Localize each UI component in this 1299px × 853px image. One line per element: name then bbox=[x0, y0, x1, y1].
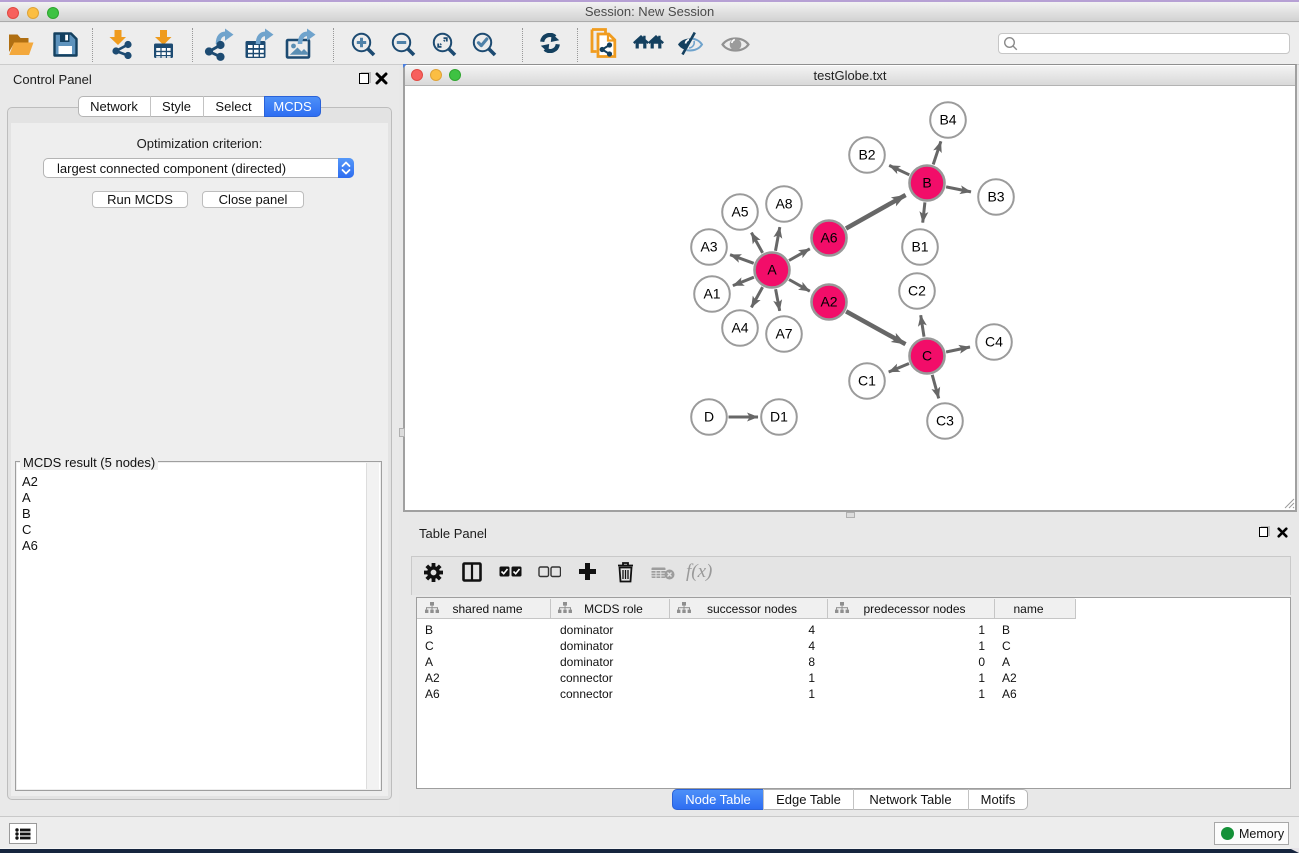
svg-text:B2: B2 bbox=[858, 147, 875, 163]
svg-text:A8: A8 bbox=[775, 196, 792, 212]
svg-text:A: A bbox=[767, 262, 777, 278]
svg-text:D1: D1 bbox=[770, 409, 788, 425]
svg-text:C4: C4 bbox=[985, 334, 1003, 350]
svg-text:C2: C2 bbox=[908, 283, 926, 299]
svg-text:A4: A4 bbox=[731, 320, 748, 336]
svg-text:C1: C1 bbox=[858, 373, 876, 389]
svg-text:A1: A1 bbox=[703, 286, 720, 302]
svg-text:A6: A6 bbox=[820, 230, 837, 246]
svg-text:A5: A5 bbox=[731, 204, 748, 220]
svg-text:A3: A3 bbox=[700, 239, 717, 255]
svg-text:B4: B4 bbox=[939, 112, 956, 128]
svg-text:A7: A7 bbox=[775, 326, 792, 342]
svg-text:B3: B3 bbox=[987, 189, 1004, 205]
svg-text:B: B bbox=[922, 175, 931, 191]
svg-text:A2: A2 bbox=[820, 294, 837, 310]
svg-text:B1: B1 bbox=[911, 239, 928, 255]
svg-text:D: D bbox=[704, 409, 714, 425]
svg-text:C3: C3 bbox=[936, 413, 954, 429]
svg-text:C: C bbox=[922, 348, 932, 364]
